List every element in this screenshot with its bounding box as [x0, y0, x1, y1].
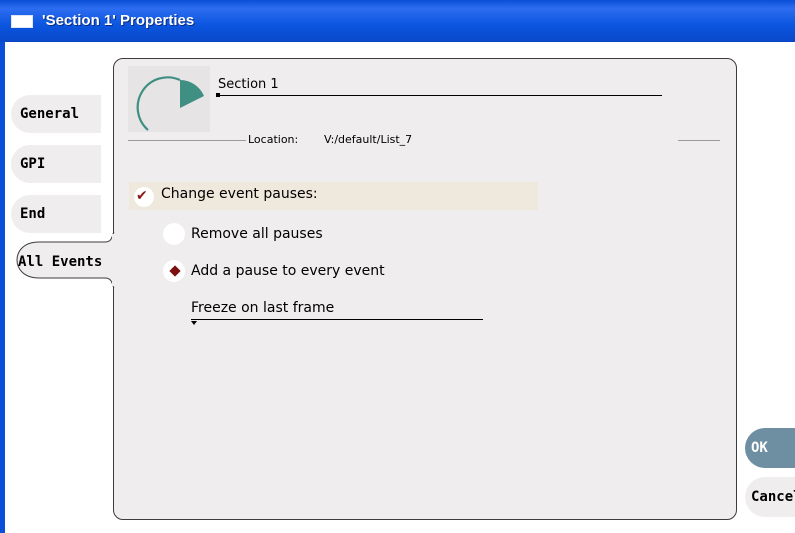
cancel-button[interactable]: Cancel: [745, 477, 795, 517]
dropdown-arrow-icon: [191, 321, 197, 325]
change-pauses-label: Change event pauses:: [161, 186, 318, 202]
section-name-marker: [216, 93, 220, 97]
remove-pauses-radio[interactable]: [163, 223, 185, 245]
pause-mode-dropdown[interactable]: Freeze on last frame: [191, 300, 483, 320]
location-label: Location:: [248, 133, 299, 146]
divider-left: [128, 140, 246, 141]
window-border: [0, 42, 5, 533]
title-bar: 'Section 1' Properties: [0, 0, 795, 42]
pie-chart-icon: [136, 76, 204, 131]
remove-pauses-label: Remove all pauses: [191, 226, 323, 242]
tab-all-events[interactable]: All Events: [18, 254, 102, 270]
tab-gpi[interactable]: GPI: [11, 145, 101, 183]
checkmark-icon: ✔: [136, 188, 148, 204]
panel-notch: [112, 234, 116, 286]
tab-general[interactable]: General: [11, 95, 101, 133]
tab-end[interactable]: End: [11, 195, 101, 233]
section-logo: [128, 66, 210, 132]
ok-button[interactable]: OK: [745, 428, 795, 468]
window-icon: [11, 15, 33, 28]
section-name-field[interactable]: Section 1: [218, 77, 662, 96]
location-value: V:/default/List_7: [324, 133, 413, 146]
add-pause-label: Add a pause to every event: [191, 263, 385, 279]
window-title: 'Section 1' Properties: [42, 12, 195, 29]
divider-right: [678, 140, 720, 141]
